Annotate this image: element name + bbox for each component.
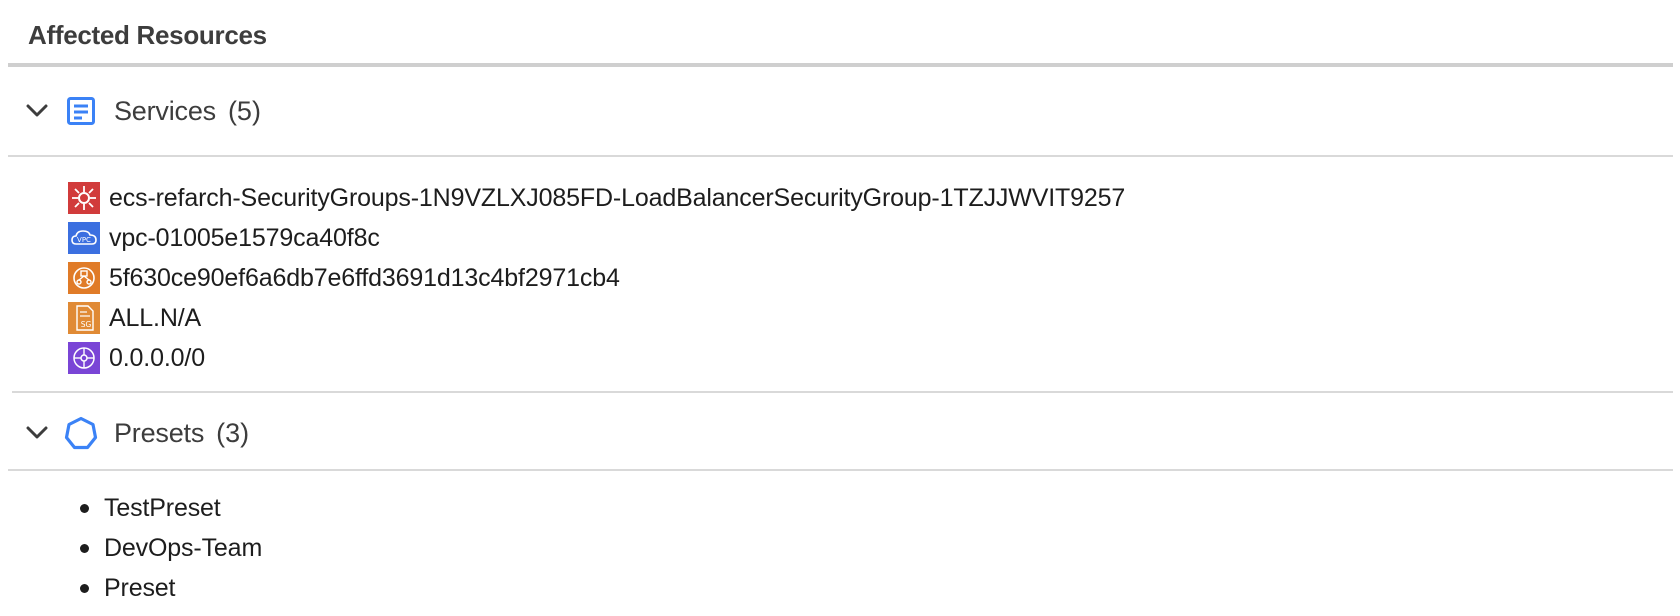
presets-list: TestPreset DevOps-Team Preset [80,488,262,608]
list-item[interactable]: ecs-refarch-SecurityGroups-1N9VZLXJ085FD… [68,178,1125,218]
list-item[interactable]: VPC vpc-01005e1579ca40f8c [68,218,1125,258]
hexagon-icon [64,416,98,450]
list-item[interactable]: TestPreset [80,488,262,528]
resource-label: vpc-01005e1579ca40f8c [109,223,380,252]
bullet-icon [80,543,89,553]
chevron-down-icon[interactable] [26,422,48,444]
security-group-icon [68,182,100,214]
presets-label: Presets [114,417,205,448]
preset-label: Preset [104,573,176,602]
resource-label: ecs-refarch-SecurityGroups-1N9VZLXJ085FD… [109,183,1126,212]
bullet-icon [80,583,89,593]
services-count: (5) [227,95,261,126]
services-divider [8,155,1673,157]
svg-text:VPC: VPC [77,236,91,244]
services-bottom-divider [12,391,1673,393]
resource-label: 5f630ce90ef6a6db7e6ffd3691d13c4bf2971cb4 [109,263,620,292]
services-label: Services [114,95,216,126]
presets-count: (3) [216,417,250,448]
document-list-icon [64,94,98,128]
load-balancer-icon [68,262,100,294]
list-item[interactable]: Preset [80,568,262,608]
svg-text:SG: SG [81,320,92,329]
services-section-header[interactable]: Services (5) [8,81,1673,141]
list-item[interactable]: DevOps-Team [80,528,262,568]
panel-title: Affected Resources [28,20,267,50]
list-item[interactable]: 5f630ce90ef6a6db7e6ffd3691d13c4bf2971cb4 [68,258,1125,298]
list-item[interactable]: 0.0.0.0/0 [68,338,1125,378]
vpc-icon: VPC [68,222,100,254]
services-list: ecs-refarch-SecurityGroups-1N9VZLXJ085FD… [68,178,1125,378]
bullet-icon [80,503,89,513]
list-item[interactable]: SG ALL.N/A [68,298,1125,338]
resource-label: ALL.N/A [109,303,202,332]
network-hub-icon [68,342,100,374]
affected-resources-panel: Affected Resources Services (5) ecs-refa… [0,0,1680,616]
presets-divider [8,469,1673,471]
preset-label: TestPreset [104,493,221,522]
presets-section-header[interactable]: Presets (3) [8,403,1673,463]
resource-label: 0.0.0.0/0 [109,343,205,372]
sg-document-icon: SG [68,302,100,334]
title-divider [8,63,1673,67]
chevron-down-icon[interactable] [26,100,48,122]
preset-label: DevOps-Team [104,533,263,562]
